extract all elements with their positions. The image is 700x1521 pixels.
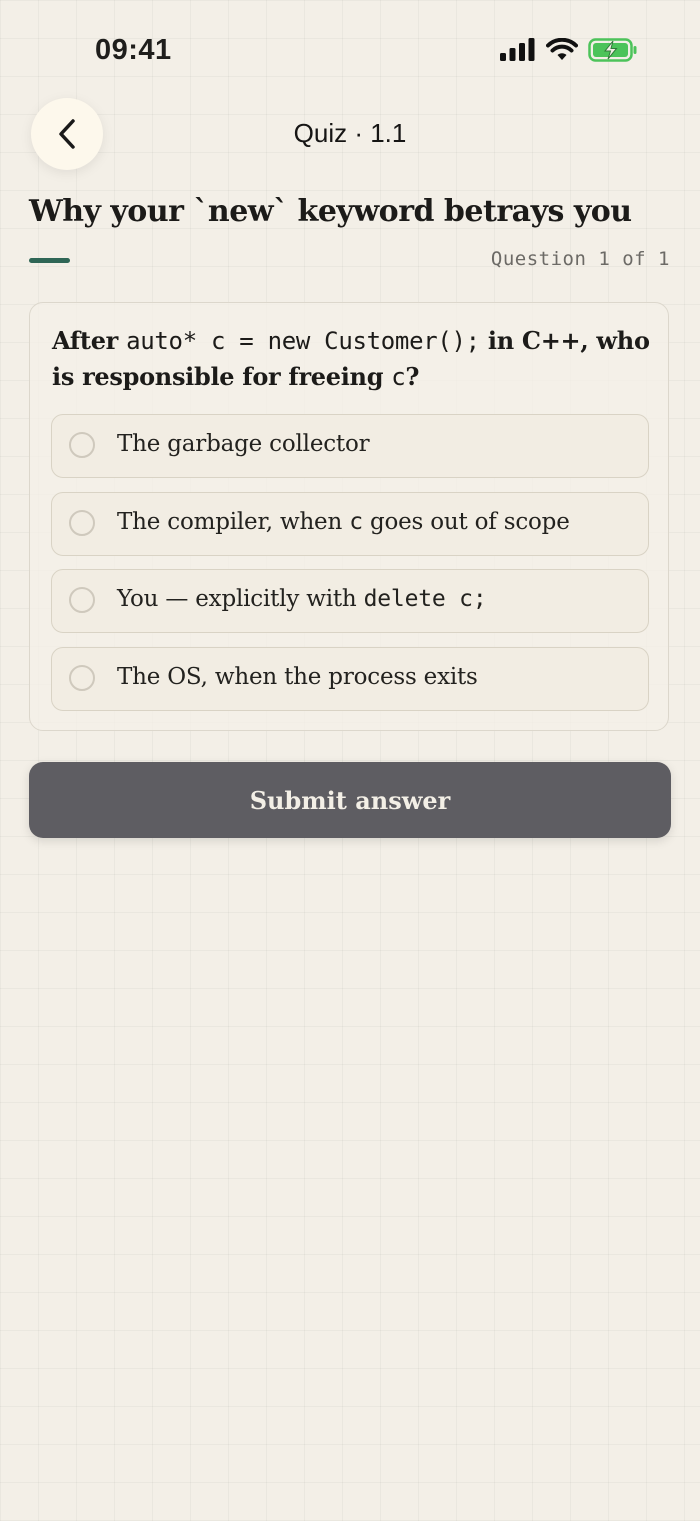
option-explicit-delete[interactable]: You — explicitly with delete c; (51, 569, 649, 633)
option-label-pre: You — explicitly with (117, 586, 364, 612)
battery-charging-icon (588, 38, 637, 62)
question-progress: Question 1 of 1 (490, 248, 670, 270)
option-label-pre: The compiler, when (117, 508, 350, 535)
option-os-exit[interactable]: The OS, when the process exits (51, 646, 649, 711)
signal-icon (500, 38, 535, 61)
question-text: After auto* c = new Customer(); in C++, … (52, 323, 652, 395)
question-prefix: After (52, 326, 127, 355)
option-label: The garbage collector (117, 431, 370, 457)
option-label: The OS, when the process exits (117, 663, 478, 690)
question-suffix: ? (405, 362, 420, 391)
option-label-code: delete c; (363, 586, 487, 612)
quiz-card: After auto* c = new Customer(); in C++, … (29, 302, 669, 731)
radio-button[interactable] (69, 509, 95, 536)
radio-button[interactable] (69, 432, 95, 458)
question-code-variable: c (391, 363, 406, 391)
option-label-code: c (349, 508, 363, 535)
option-label: You — explicitly with delete c; (117, 586, 487, 612)
question-code-statement: auto* c = new Customer(); (126, 327, 480, 355)
submit-answer-button[interactable]: Submit answer (29, 762, 671, 838)
accent-rule (29, 258, 70, 263)
radio-button[interactable] (69, 587, 95, 613)
lesson-title: Why your `new` keyword betrays you (29, 194, 632, 229)
wifi-icon (546, 38, 578, 60)
nav-bar: Quiz · 1.1 (0, 98, 700, 170)
option-garbage-collector[interactable]: The garbage collector (51, 414, 649, 478)
option-compiler[interactable]: The compiler, when c goes out of scope (51, 491, 649, 556)
option-label: The compiler, when c goes out of scope (117, 509, 570, 535)
nav-title: Quiz · 1.1 (293, 118, 407, 148)
status-icons (500, 38, 638, 62)
status-bar: 09:41 (0, 0, 700, 100)
answer-options: The garbage collector The compiler, when… (51, 414, 649, 724)
radio-button[interactable] (69, 664, 95, 691)
status-time: 09:41 (95, 34, 172, 66)
option-label-post: goes out of scope (362, 508, 570, 535)
